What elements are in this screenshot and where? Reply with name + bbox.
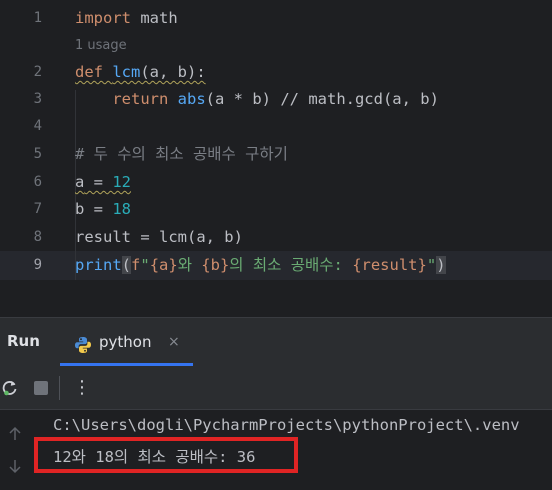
- variable-b: b: [75, 200, 85, 218]
- more-icon[interactable]: ⋮: [72, 377, 92, 398]
- rerun-icon[interactable]: [0, 378, 20, 398]
- builtin-abs: abs: [177, 90, 206, 108]
- operator: =: [84, 173, 113, 191]
- line-number: 1: [33, 10, 42, 26]
- editor-bottom-space: [0, 288, 552, 318]
- scroll-up-icon[interactable]: [7, 426, 23, 442]
- scroll-down-icon[interactable]: [7, 458, 23, 474]
- string-literal: 의 최소 공배수:: [229, 256, 353, 274]
- number-literal: 18: [112, 200, 132, 218]
- code-line-8[interactable]: result = lcm(a, b): [75, 224, 243, 251]
- line-number-gutter[interactable]: 1 2 3 4 5 6 7 8 9: [0, 0, 62, 288]
- paren-open: (: [121, 256, 132, 274]
- code-text: math: [131, 9, 178, 27]
- keyword-return: return: [112, 90, 169, 108]
- tab-python[interactable]: python ×: [60, 322, 193, 366]
- python-icon: [75, 337, 91, 353]
- variable-a: a: [75, 173, 85, 191]
- close-icon[interactable]: ×: [168, 334, 180, 350]
- code-line-9[interactable]: print(f"{a}와 {b}의 최소 공배수: {result}"): [75, 252, 446, 279]
- fstring-expr: {a}: [149, 256, 178, 274]
- paren-close: ): [436, 256, 446, 274]
- code-line-7[interactable]: b = 18: [75, 196, 131, 223]
- operator: =: [84, 200, 113, 218]
- code-line-6[interactable]: a = 12: [75, 169, 131, 196]
- usage-hint[interactable]: 1 usage: [75, 36, 127, 56]
- console-gutter: [0, 410, 30, 490]
- fstring-expr: {b}: [201, 256, 230, 274]
- line-number: 3: [33, 91, 42, 107]
- code-line-3[interactable]: return abs(a * b) // math.gcd(a, b): [75, 86, 439, 113]
- console-line-path: C:\Users\dogli\PycharmProjects\pythonPro…: [53, 416, 520, 434]
- line-number-current: 9: [33, 257, 42, 273]
- line-number: 5: [33, 146, 42, 162]
- string-literal: 와: [177, 256, 202, 274]
- number-literal: 12: [112, 173, 132, 191]
- builtin-print: print: [75, 256, 122, 274]
- line-number: 4: [33, 118, 42, 134]
- result-highlight-box: [34, 437, 298, 473]
- toolbar-separator: [59, 376, 60, 400]
- string-quote: ": [140, 256, 150, 274]
- stop-icon[interactable]: [31, 378, 51, 398]
- code-line-1[interactable]: import math: [75, 5, 178, 32]
- fstring-prefix: f: [131, 256, 141, 274]
- code-line-5[interactable]: # 두 수의 최소 공배수 구하기: [75, 141, 288, 168]
- run-toolbar: ⋮: [0, 366, 552, 410]
- run-panel-title: Run: [7, 332, 40, 350]
- keyword-import: import: [75, 9, 131, 27]
- line-number: 8: [33, 229, 42, 245]
- string-quote: ": [426, 256, 437, 274]
- line-number: 2: [33, 64, 42, 80]
- run-panel-header: Run python ×: [0, 318, 552, 366]
- keyword-def: def: [75, 63, 103, 81]
- function-name-lcm: lcm: [112, 63, 141, 81]
- code-comment: # 두 수의 최소 공배수 구하기: [75, 145, 288, 163]
- code-text: (a * b) // math.gcd(a, b): [205, 90, 439, 108]
- line-number: 7: [33, 201, 42, 217]
- fstring-expr: {result}: [352, 256, 427, 274]
- tab-label: python: [99, 333, 152, 351]
- line-number: 6: [33, 174, 42, 190]
- code-line-2[interactable]: def lcm(a, b):: [75, 59, 206, 86]
- code-editor[interactable]: 1 2 3 4 5 6 7 8 9 import math 1 usage de…: [0, 0, 552, 288]
- code-text: (a, b):: [140, 63, 206, 81]
- code-text: result = lcm(a, b): [75, 228, 243, 246]
